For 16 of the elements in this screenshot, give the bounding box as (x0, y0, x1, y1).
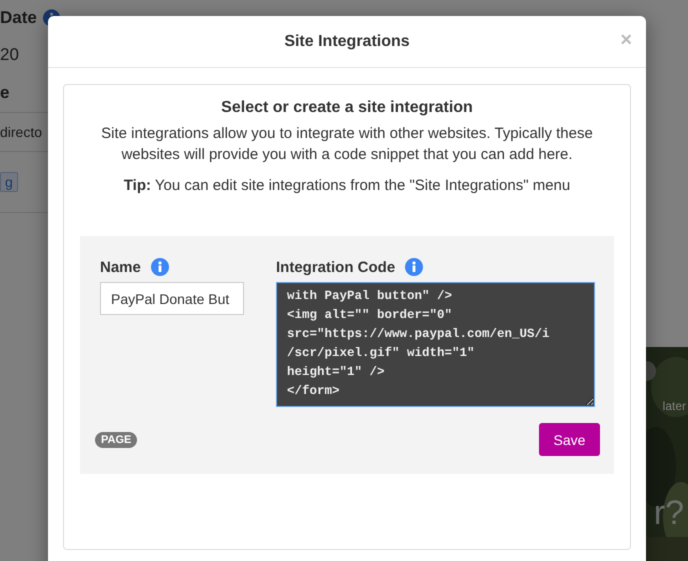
tip-text: Tip: You can edit site integrations from the "Site Integrations" menu (122, 176, 572, 196)
picture-caption: later (662, 399, 686, 413)
card-heading: Select or create a site integration (221, 99, 473, 117)
name-label: Name (100, 258, 141, 276)
code-label: Integration Code (276, 258, 396, 276)
column-label: e (0, 83, 10, 103)
description-text: Site integrations allow you to integrate with other websites. Typically these websites will provide you with a code snippet that you can add here. (100, 124, 594, 165)
name-field[interactable]: PayPal Donate But (100, 282, 244, 315)
save-button[interactable]: Save (539, 423, 600, 456)
date-label: Date (0, 8, 37, 28)
row-text: directo (0, 124, 42, 140)
date-value: 20 (0, 45, 19, 65)
modal-title: Site Integrations (284, 32, 410, 50)
code-field[interactable]: with PayPal button" /> <img alt="" border="0" src="https://www.paypal.com/en_US/i /scr/pixel.gif" width="1" height="1" /> </form> (276, 282, 595, 407)
page-badge: PAGE (95, 432, 138, 448)
picture-text: r? (654, 494, 684, 533)
